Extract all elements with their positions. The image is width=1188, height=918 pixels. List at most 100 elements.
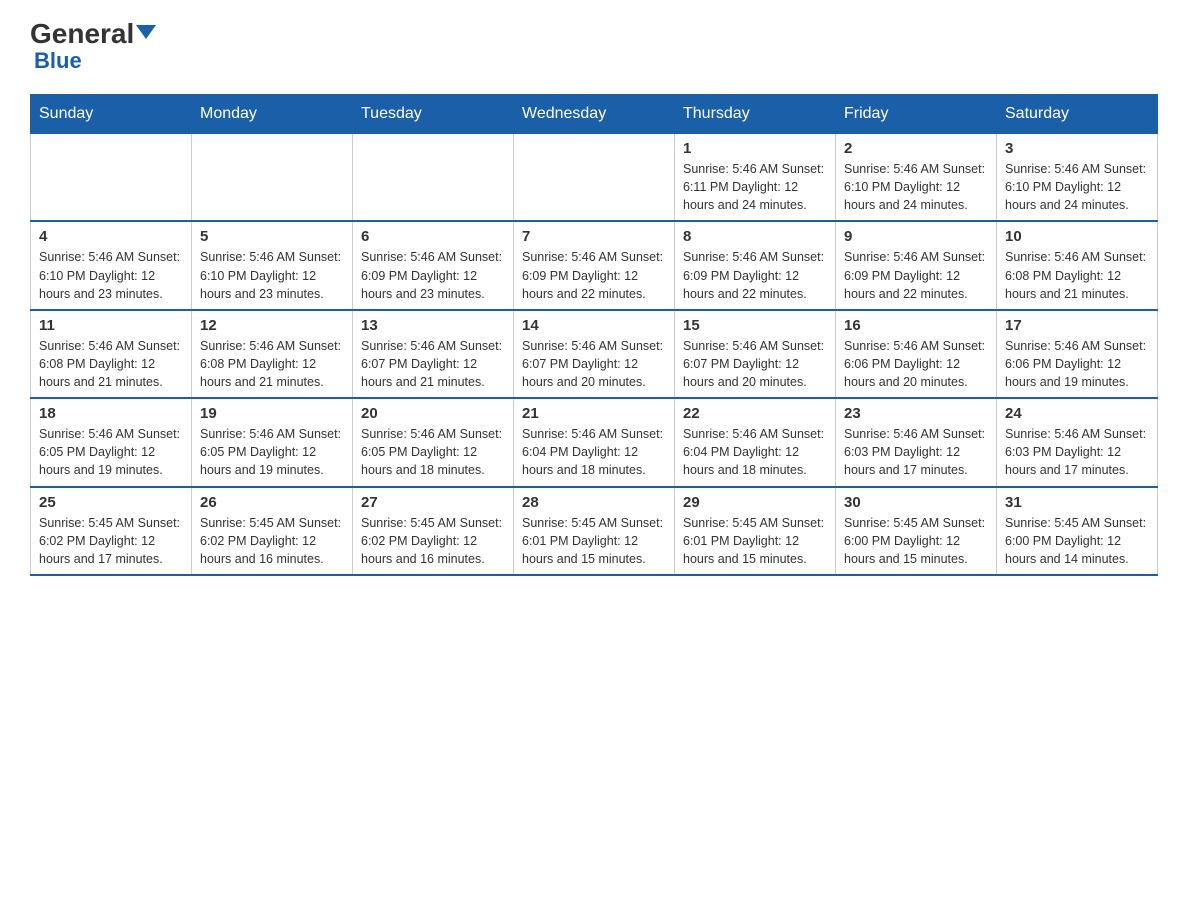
col-header-wednesday: Wednesday [514, 95, 675, 134]
calendar-cell: 9 Sunrise: 5:46 AM Sunset: 6:09 PM Daylig… [836, 221, 997, 309]
calendar-cell: 13 Sunrise: 5:46 AM Sunset: 6:07 PM Dayli… [353, 310, 514, 398]
calendar-cell: 15Sunrise: 5:46 AM Sunset: 6:07 PM Dayli… [675, 310, 836, 398]
logo-blue-text: Blue [34, 48, 82, 74]
day-number: 11 [39, 317, 183, 334]
calendar-cell: 22 Sunrise: 5:46 AM Sunset: 6:04 PM Dayli… [675, 398, 836, 486]
day-info: Sunrise: 5:46 AM Sunset: 6:08 PM Dayligh… [39, 337, 183, 391]
day-info: Sunrise: 5:45 AM Sunset: 6:00 PM Dayligh… [1005, 514, 1149, 568]
calendar-cell: 26 Sunrise: 5:45 AM Sunset: 6:02 PM Dayli… [192, 487, 353, 575]
calendar-table: SundayMondayTuesdayWednesdayThursdayFrid… [30, 94, 1158, 576]
calendar-cell: 4Sunrise: 5:46 AM Sunset: 6:10 PM Daylig… [31, 221, 192, 309]
day-info: Sunrise: 5:46 AM Sunset: 6:09 PM Dayligh… [844, 248, 988, 302]
day-number: 17 [1005, 317, 1149, 334]
day-number: 1 [683, 140, 827, 157]
day-number: 10 [1005, 228, 1149, 245]
logo: General Blue [30, 20, 156, 74]
day-number: 9 [844, 228, 988, 245]
calendar-week-row: 4Sunrise: 5:46 AM Sunset: 6:10 PM Daylig… [31, 221, 1158, 309]
calendar-cell: 21Sunrise: 5:46 AM Sunset: 6:04 PM Dayli… [514, 398, 675, 486]
col-header-thursday: Thursday [675, 95, 836, 134]
day-info: Sunrise: 5:46 AM Sunset: 6:07 PM Dayligh… [522, 337, 666, 391]
day-number: 5 [200, 228, 344, 245]
day-info: Sunrise: 5:46 AM Sunset: 6:03 PM Dayligh… [1005, 425, 1149, 479]
day-number: 29 [683, 494, 827, 511]
day-info: Sunrise: 5:45 AM Sunset: 6:02 PM Dayligh… [200, 514, 344, 568]
day-number: 20 [361, 405, 505, 422]
day-info: Sunrise: 5:45 AM Sunset: 6:02 PM Dayligh… [39, 514, 183, 568]
day-info: Sunrise: 5:45 AM Sunset: 6:01 PM Dayligh… [683, 514, 827, 568]
day-number: 26 [200, 494, 344, 511]
day-info: Sunrise: 5:46 AM Sunset: 6:10 PM Dayligh… [39, 248, 183, 302]
calendar-cell: 10Sunrise: 5:46 AM Sunset: 6:08 PM Dayli… [997, 221, 1158, 309]
calendar-cell: 19Sunrise: 5:46 AM Sunset: 6:05 PM Dayli… [192, 398, 353, 486]
col-header-sunday: Sunday [31, 95, 192, 134]
day-number: 22 [683, 405, 827, 422]
calendar-cell: 30Sunrise: 5:45 AM Sunset: 6:00 PM Dayli… [836, 487, 997, 575]
day-info: Sunrise: 5:45 AM Sunset: 6:00 PM Dayligh… [844, 514, 988, 568]
day-number: 23 [844, 405, 988, 422]
calendar-cell [192, 134, 353, 222]
calendar-cell: 3 Sunrise: 5:46 AM Sunset: 6:10 PM Daylig… [997, 134, 1158, 222]
col-header-tuesday: Tuesday [353, 95, 514, 134]
calendar-cell [353, 134, 514, 222]
calendar-cell: 8Sunrise: 5:46 AM Sunset: 6:09 PM Daylig… [675, 221, 836, 309]
calendar-cell: 17 Sunrise: 5:46 AM Sunset: 6:06 PM Dayli… [997, 310, 1158, 398]
day-info: Sunrise: 5:46 AM Sunset: 6:09 PM Dayligh… [522, 248, 666, 302]
day-number: 28 [522, 494, 666, 511]
day-info: Sunrise: 5:45 AM Sunset: 6:02 PM Dayligh… [361, 514, 505, 568]
day-number: 18 [39, 405, 183, 422]
day-info: Sunrise: 5:46 AM Sunset: 6:10 PM Dayligh… [1005, 160, 1149, 214]
calendar-cell: 20Sunrise: 5:46 AM Sunset: 6:05 PM Dayli… [353, 398, 514, 486]
col-header-monday: Monday [192, 95, 353, 134]
calendar-cell [514, 134, 675, 222]
calendar-cell: 12 Sunrise: 5:46 AM Sunset: 6:08 PM Dayli… [192, 310, 353, 398]
calendar-week-row: 18 Sunrise: 5:46 AM Sunset: 6:05 PM Dayli… [31, 398, 1158, 486]
calendar-cell: 28 Sunrise: 5:45 AM Sunset: 6:01 PM Dayli… [514, 487, 675, 575]
page-header: General Blue [30, 20, 1158, 74]
day-info: Sunrise: 5:46 AM Sunset: 6:07 PM Dayligh… [361, 337, 505, 391]
calendar-cell: 1 Sunrise: 5:46 AM Sunset: 6:11 PM Daylig… [675, 134, 836, 222]
calendar-cell: 11 Sunrise: 5:46 AM Sunset: 6:08 PM Dayli… [31, 310, 192, 398]
calendar-week-row: 11 Sunrise: 5:46 AM Sunset: 6:08 PM Dayli… [31, 310, 1158, 398]
calendar-cell: 29 Sunrise: 5:45 AM Sunset: 6:01 PM Dayli… [675, 487, 836, 575]
calendar-cell: 18 Sunrise: 5:46 AM Sunset: 6:05 PM Dayli… [31, 398, 192, 486]
day-info: Sunrise: 5:46 AM Sunset: 6:11 PM Dayligh… [683, 160, 827, 214]
day-number: 2 [844, 140, 988, 157]
calendar-cell: 25Sunrise: 5:45 AM Sunset: 6:02 PM Dayli… [31, 487, 192, 575]
day-number: 12 [200, 317, 344, 334]
day-number: 7 [522, 228, 666, 245]
day-number: 14 [522, 317, 666, 334]
day-info: Sunrise: 5:46 AM Sunset: 6:06 PM Dayligh… [844, 337, 988, 391]
logo-general-text: General [30, 20, 156, 48]
day-info: Sunrise: 5:46 AM Sunset: 6:09 PM Dayligh… [361, 248, 505, 302]
day-info: Sunrise: 5:46 AM Sunset: 6:04 PM Dayligh… [683, 425, 827, 479]
calendar-cell: 23Sunrise: 5:46 AM Sunset: 6:03 PM Dayli… [836, 398, 997, 486]
day-info: Sunrise: 5:45 AM Sunset: 6:01 PM Dayligh… [522, 514, 666, 568]
calendar-cell [31, 134, 192, 222]
calendar-cell: 14 Sunrise: 5:46 AM Sunset: 6:07 PM Dayli… [514, 310, 675, 398]
calendar-cell: 2 Sunrise: 5:46 AM Sunset: 6:10 PM Daylig… [836, 134, 997, 222]
day-number: 13 [361, 317, 505, 334]
day-number: 19 [200, 405, 344, 422]
calendar-cell: 24Sunrise: 5:46 AM Sunset: 6:03 PM Dayli… [997, 398, 1158, 486]
day-info: Sunrise: 5:46 AM Sunset: 6:09 PM Dayligh… [683, 248, 827, 302]
day-number: 15 [683, 317, 827, 334]
col-header-saturday: Saturday [997, 95, 1158, 134]
day-info: Sunrise: 5:46 AM Sunset: 6:10 PM Dayligh… [200, 248, 344, 302]
calendar-week-row: 25Sunrise: 5:45 AM Sunset: 6:02 PM Dayli… [31, 487, 1158, 575]
day-number: 3 [1005, 140, 1149, 157]
calendar-cell: 31Sunrise: 5:45 AM Sunset: 6:00 PM Dayli… [997, 487, 1158, 575]
day-info: Sunrise: 5:46 AM Sunset: 6:05 PM Dayligh… [39, 425, 183, 479]
day-info: Sunrise: 5:46 AM Sunset: 6:06 PM Dayligh… [1005, 337, 1149, 391]
day-info: Sunrise: 5:46 AM Sunset: 6:10 PM Dayligh… [844, 160, 988, 214]
col-header-friday: Friday [836, 95, 997, 134]
calendar-cell: 16 Sunrise: 5:46 AM Sunset: 6:06 PM Dayli… [836, 310, 997, 398]
calendar-cell: 7 Sunrise: 5:46 AM Sunset: 6:09 PM Daylig… [514, 221, 675, 309]
day-number: 27 [361, 494, 505, 511]
day-number: 16 [844, 317, 988, 334]
calendar-header-row: SundayMondayTuesdayWednesdayThursdayFrid… [31, 95, 1158, 134]
day-info: Sunrise: 5:46 AM Sunset: 6:08 PM Dayligh… [200, 337, 344, 391]
calendar-week-row: 1 Sunrise: 5:46 AM Sunset: 6:11 PM Daylig… [31, 134, 1158, 222]
calendar-cell: 5 Sunrise: 5:46 AM Sunset: 6:10 PM Daylig… [192, 221, 353, 309]
day-info: Sunrise: 5:46 AM Sunset: 6:04 PM Dayligh… [522, 425, 666, 479]
